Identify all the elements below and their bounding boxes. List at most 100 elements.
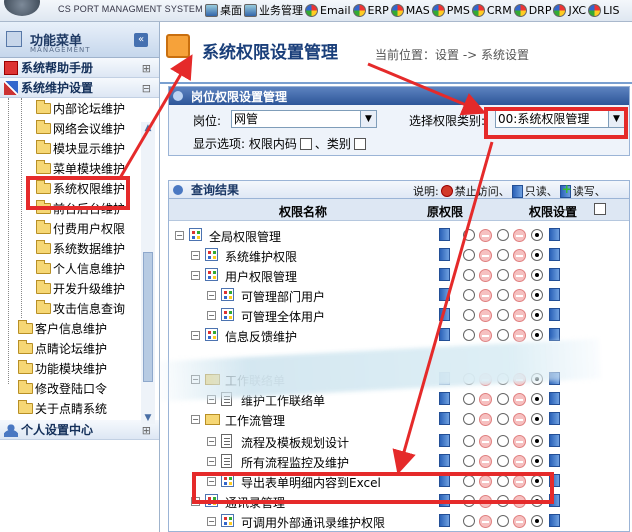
jxc-icon	[553, 3, 567, 17]
deny-radio[interactable]	[497, 269, 509, 281]
deny-radio[interactable]	[497, 329, 509, 341]
forbid-radio[interactable]	[463, 249, 475, 261]
nav-drp[interactable]: DRP	[513, 2, 551, 18]
nav-pms[interactable]: PMS	[431, 2, 470, 18]
sidebar-item[interactable]: 模块显示维护	[0, 138, 159, 158]
deny-radio[interactable]	[497, 413, 509, 425]
forbid-radio[interactable]	[463, 413, 475, 425]
deny-radio[interactable]	[497, 435, 509, 447]
document-icon	[221, 434, 232, 448]
sidebar-item[interactable]: 前台后台维护	[0, 198, 159, 218]
deny-radio[interactable]	[497, 455, 509, 467]
scroll-thumb[interactable]	[143, 252, 153, 382]
expand-icon[interactable]: −	[175, 231, 184, 240]
folder-icon	[18, 379, 33, 394]
sidebar-item[interactable]: 个人信息维护	[0, 258, 159, 278]
sidebar-item[interactable]: 内部论坛维护	[0, 98, 159, 118]
readonly-radio[interactable]	[531, 413, 543, 425]
forbid-radio[interactable]	[463, 329, 475, 341]
sidebar-section-help[interactable]: 系统帮助手册 ⊞	[0, 58, 159, 78]
deny-radio[interactable]	[497, 309, 509, 321]
category-checkbox[interactable]	[353, 138, 366, 150]
expand-icon[interactable]: −	[191, 331, 200, 340]
col-setting: 权限设置	[529, 205, 578, 219]
forbid-radio[interactable]	[463, 309, 475, 321]
sidebar-item[interactable]: 关于点睛系统	[0, 398, 159, 418]
select-all-checkbox[interactable]	[594, 203, 606, 215]
sidebar-scrollbar[interactable]: ▲ ▼	[141, 122, 155, 424]
position-select[interactable]: 网管 ▼	[231, 110, 377, 128]
forbid-radio[interactable]	[463, 269, 475, 281]
sidebar-item[interactable]: 系统数据维护	[0, 238, 159, 258]
expand-icon[interactable]: −	[207, 311, 216, 320]
forbid-radio[interactable]	[463, 455, 475, 467]
readonly-radio[interactable]	[531, 475, 543, 487]
sidebar-item[interactable]: 菜单模块维护	[0, 158, 159, 178]
forbid-radio[interactable]	[463, 515, 475, 527]
deny-radio[interactable]	[497, 393, 509, 405]
nav-email[interactable]: Email	[305, 2, 351, 18]
readonly-radio[interactable]	[531, 249, 543, 261]
sidebar-item[interactable]: 付费用户权限	[0, 218, 159, 238]
expand-icon[interactable]: −	[191, 251, 200, 260]
sidebar-item[interactable]: 系统权限维护	[0, 178, 159, 198]
tools-icon	[4, 80, 18, 95]
readonly-radio[interactable]	[531, 495, 543, 507]
code-checkbox[interactable]	[299, 138, 312, 150]
module-icon	[189, 228, 202, 241]
expand-icon[interactable]: −	[191, 415, 200, 424]
sidebar-section-maint[interactable]: 系统维护设置 ⊟	[0, 78, 159, 98]
read-only-icon	[511, 184, 523, 198]
sidebar-item[interactable]: 客户信息维护	[0, 318, 159, 338]
deny-radio[interactable]	[497, 475, 509, 487]
forbid-radio[interactable]	[463, 289, 475, 301]
forbid-radio[interactable]	[463, 229, 475, 241]
deny-radio[interactable]	[497, 495, 509, 507]
sidebar-item[interactable]: 攻击信息查询	[0, 298, 159, 318]
sidebar-item[interactable]: 功能模块维护	[0, 358, 159, 378]
readonly-radio[interactable]	[531, 455, 543, 467]
nav-lis[interactable]: LIS	[588, 2, 619, 18]
readonly-radio[interactable]	[531, 435, 543, 447]
forbid-radio[interactable]	[463, 495, 475, 507]
deny-radio[interactable]	[497, 289, 509, 301]
scroll-down-icon[interactable]: ▼	[141, 412, 155, 424]
forbidden-icon	[513, 435, 526, 448]
readonly-radio[interactable]	[531, 329, 543, 341]
readonly-radio[interactable]	[531, 515, 543, 527]
nav-desktop[interactable]: 桌面	[205, 2, 242, 18]
expand-icon[interactable]: −	[191, 497, 200, 506]
expand-icon[interactable]: −	[207, 517, 216, 526]
expand-icon[interactable]: −	[207, 477, 216, 486]
sidebar-section-personal[interactable]: 个人设置中心 ⊞	[0, 420, 159, 440]
readonly-radio[interactable]	[531, 309, 543, 321]
nav-business[interactable]: 业务管理	[244, 2, 303, 18]
expand-icon[interactable]: −	[207, 291, 216, 300]
forbid-radio[interactable]	[463, 393, 475, 405]
sidebar-item[interactable]: 点睛论坛维护	[0, 338, 159, 358]
col-original: 原权限	[427, 205, 464, 219]
sidebar-item[interactable]: 修改登陆口令	[0, 378, 159, 398]
expand-icon[interactable]: −	[207, 437, 216, 446]
sidebar-item[interactable]: 开发升级维护	[0, 278, 159, 298]
nav-jxc[interactable]: JXC	[553, 2, 586, 18]
readonly-radio[interactable]	[531, 289, 543, 301]
deny-radio[interactable]	[497, 249, 509, 261]
deny-radio[interactable]	[497, 229, 509, 241]
readonly-radio[interactable]	[531, 393, 543, 405]
deny-radio[interactable]	[497, 515, 509, 527]
readonly-radio[interactable]	[531, 229, 543, 241]
category-select[interactable]: 00:系统权限管理 ▼	[495, 110, 625, 128]
expand-icon[interactable]: −	[191, 271, 200, 280]
forbid-radio[interactable]	[463, 475, 475, 487]
nav-mas[interactable]: MAS	[390, 2, 430, 18]
nav-crm[interactable]: CRM	[471, 2, 512, 18]
sidebar-item[interactable]: 网络会议维护	[0, 118, 159, 138]
chevron-left-icon[interactable]: «	[134, 33, 148, 47]
nav-erp[interactable]: ERP	[352, 2, 389, 18]
readonly-radio[interactable]	[531, 269, 543, 281]
expand-icon[interactable]: −	[207, 457, 216, 466]
chevron-down-icon: ▼	[360, 111, 376, 127]
forbid-radio[interactable]	[463, 435, 475, 447]
scroll-up-icon[interactable]: ▲	[141, 122, 155, 134]
